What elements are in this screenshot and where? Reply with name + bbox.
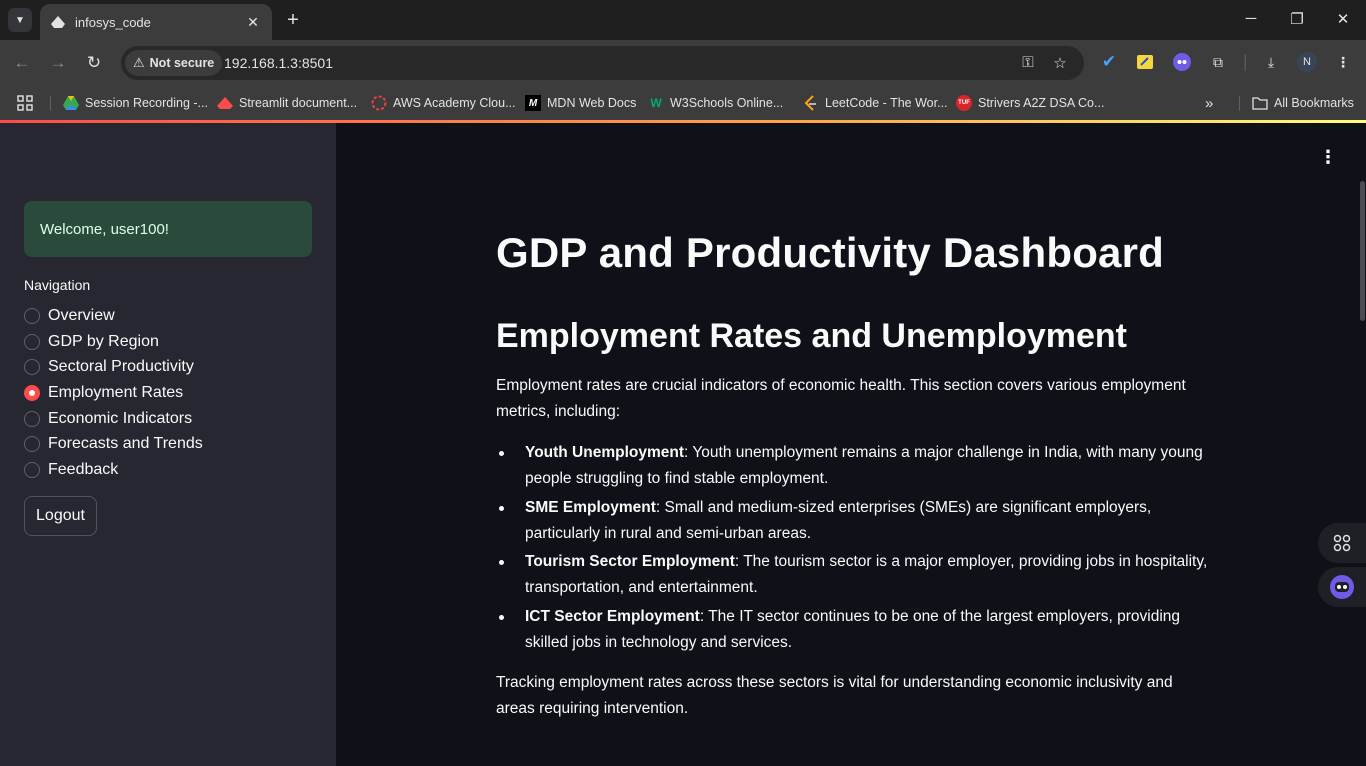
outro-paragraph: Tracking employment rates across these s…: [496, 674, 1173, 717]
list-item-term: ICT Sector Employment: [525, 607, 700, 625]
puzzle-extensions-icon[interactable]: ⧉: [1208, 52, 1228, 72]
scrollbar[interactable]: [1360, 181, 1365, 321]
bookmark-w3schools[interactable]: W W3Schools Online...: [648, 93, 783, 113]
chevron-down-icon: ▼: [15, 14, 25, 26]
list-item-term: SME Employment: [525, 498, 656, 516]
tuf-icon: TUF: [956, 95, 972, 111]
drive-icon: [63, 95, 79, 111]
browser-toolbar: ← → ↻ ⚠ Not secure 192.168.1.3:8501 ⚿ ☆: [0, 40, 1366, 86]
aws-academy-icon: [371, 95, 387, 111]
nav-option-sectoral-productivity[interactable]: Sectoral Productivity: [24, 354, 203, 380]
employment-metrics-list: Youth Unemployment: Youth unemployment r…: [496, 440, 1208, 658]
list-item-term: Youth Unemployment: [525, 444, 685, 461]
sidebar: Welcome, user100! Navigation Overview GD…: [0, 123, 336, 766]
logout-button[interactable]: Logout: [24, 496, 97, 536]
mdn-icon: M: [525, 95, 541, 111]
checkmark-extension-icon[interactable]: ✔: [1099, 52, 1119, 72]
section-title: Employment Rates and Unemployment: [496, 317, 1128, 355]
leetcode-icon: [803, 95, 819, 111]
nav-option-employment-rates[interactable]: Employment Rates: [24, 380, 203, 406]
list-item: Tourism Sector Employment: The tourism s…: [496, 549, 1208, 601]
assistant-icon: [1330, 575, 1354, 599]
minimize-icon[interactable]: ─: [1241, 10, 1261, 27]
tab-strip: ▼ infosys_code ✕ + ─ ❐ ✕: [0, 0, 1366, 40]
security-chip[interactable]: ⚠ Not secure: [125, 50, 223, 76]
list-item: ICT Sector Employment: The IT sector con…: [496, 604, 1208, 656]
navigation-radio-group: Overview GDP by Region Sectoral Producti…: [24, 303, 203, 483]
url-text[interactable]: 192.168.1.3:8501: [224, 55, 333, 71]
bookmark-divider-2: │: [1236, 96, 1244, 110]
forward-arrow-icon[interactable]: →: [47, 52, 69, 74]
maximize-icon[interactable]: ❐: [1287, 10, 1307, 28]
all-bookmarks[interactable]: All Bookmarks: [1252, 93, 1354, 113]
radio-circle[interactable]: [24, 410, 40, 427]
security-label: Not secure: [149, 56, 215, 70]
nav-option-feedback[interactable]: Feedback: [24, 457, 203, 483]
grid-icon: [1333, 534, 1351, 552]
welcome-message: Welcome, user100!: [24, 201, 312, 257]
profile-avatar[interactable]: N: [1297, 52, 1317, 72]
intro-paragraph: Employment rates are crucial indicators …: [496, 377, 1186, 420]
note-extension-icon[interactable]: [1135, 52, 1155, 72]
navigation-label: Navigation: [24, 277, 91, 293]
new-tab-button[interactable]: +: [282, 9, 304, 31]
assistant-extension-icon[interactable]: [1172, 52, 1192, 72]
streamlit-favicon-icon: [50, 14, 66, 30]
main-content: ⋮ GDP and Productivity Dashboard Employm…: [336, 123, 1366, 766]
floating-grid-button[interactable]: [1318, 523, 1366, 563]
bookmark-leetcode[interactable]: LeetCode - The Wor...: [803, 93, 948, 113]
radio-circle[interactable]: [24, 461, 40, 478]
bookmarks-bar: │ Session Recording -... Streamlit docum…: [0, 86, 1366, 120]
list-item: Youth Unemployment: Youth unemployment r…: [496, 440, 1208, 492]
bookmark-mdn[interactable]: M MDN Web Docs: [525, 93, 636, 113]
streamlit-icon: [217, 95, 233, 111]
apps-grid-icon[interactable]: [17, 93, 33, 113]
password-key-icon[interactable]: ⚿: [1018, 54, 1038, 71]
nav-option-economic-indicators[interactable]: Economic Indicators: [24, 406, 203, 432]
radio-circle-selected[interactable]: [24, 384, 40, 401]
bookmark-strivers[interactable]: TUF Strivers A2Z DSA Co...: [956, 93, 1104, 113]
toolbar-divider: │: [1241, 54, 1251, 70]
list-item: SME Employment: Small and medium-sized e…: [496, 495, 1208, 547]
radio-circle[interactable]: [24, 359, 40, 376]
nav-option-gdp-by-region[interactable]: GDP by Region: [24, 329, 203, 355]
address-bar[interactable]: ⚠ Not secure 192.168.1.3:8501 ⚿ ☆: [121, 46, 1084, 80]
back-arrow-icon[interactable]: ←: [11, 52, 33, 74]
reload-icon[interactable]: ↻: [83, 52, 105, 74]
nav-option-forecasts-and-trends[interactable]: Forecasts and Trends: [24, 431, 203, 457]
browser-tab[interactable]: infosys_code ✕: [40, 4, 272, 40]
radio-circle[interactable]: [24, 307, 40, 324]
browser-menu-icon[interactable]: ⋮: [1333, 52, 1353, 72]
bookmark-star-icon[interactable]: ☆: [1050, 54, 1070, 72]
nav-option-overview[interactable]: Overview: [24, 303, 203, 329]
app-menu-icon[interactable]: ⋮: [1318, 147, 1338, 168]
tab-close-icon[interactable]: ✕: [244, 14, 262, 31]
page-title: GDP and Productivity Dashboard: [496, 229, 1165, 276]
list-item-term: Tourism Sector Employment: [525, 553, 735, 570]
radio-circle[interactable]: [24, 333, 40, 350]
bookmark-streamlit-docs[interactable]: Streamlit document...: [217, 93, 357, 113]
window-close-icon[interactable]: ✕: [1333, 10, 1353, 28]
bookmark-divider: │: [47, 96, 55, 110]
more-bookmarks-icon[interactable]: »: [1205, 93, 1213, 113]
w3schools-icon: W: [650, 96, 662, 110]
warning-icon: ⚠: [133, 55, 145, 70]
floating-assistant-button[interactable]: [1318, 567, 1366, 607]
radio-circle[interactable]: [24, 436, 40, 453]
tab-title: infosys_code: [75, 14, 151, 30]
bookmark-session-recording[interactable]: Session Recording -...: [63, 93, 208, 113]
tab-search-button[interactable]: ▼: [8, 8, 32, 32]
download-icon[interactable]: ⤓: [1261, 52, 1281, 72]
bookmark-aws-academy[interactable]: AWS Academy Clou...: [371, 93, 516, 113]
folder-icon: [1252, 95, 1268, 111]
